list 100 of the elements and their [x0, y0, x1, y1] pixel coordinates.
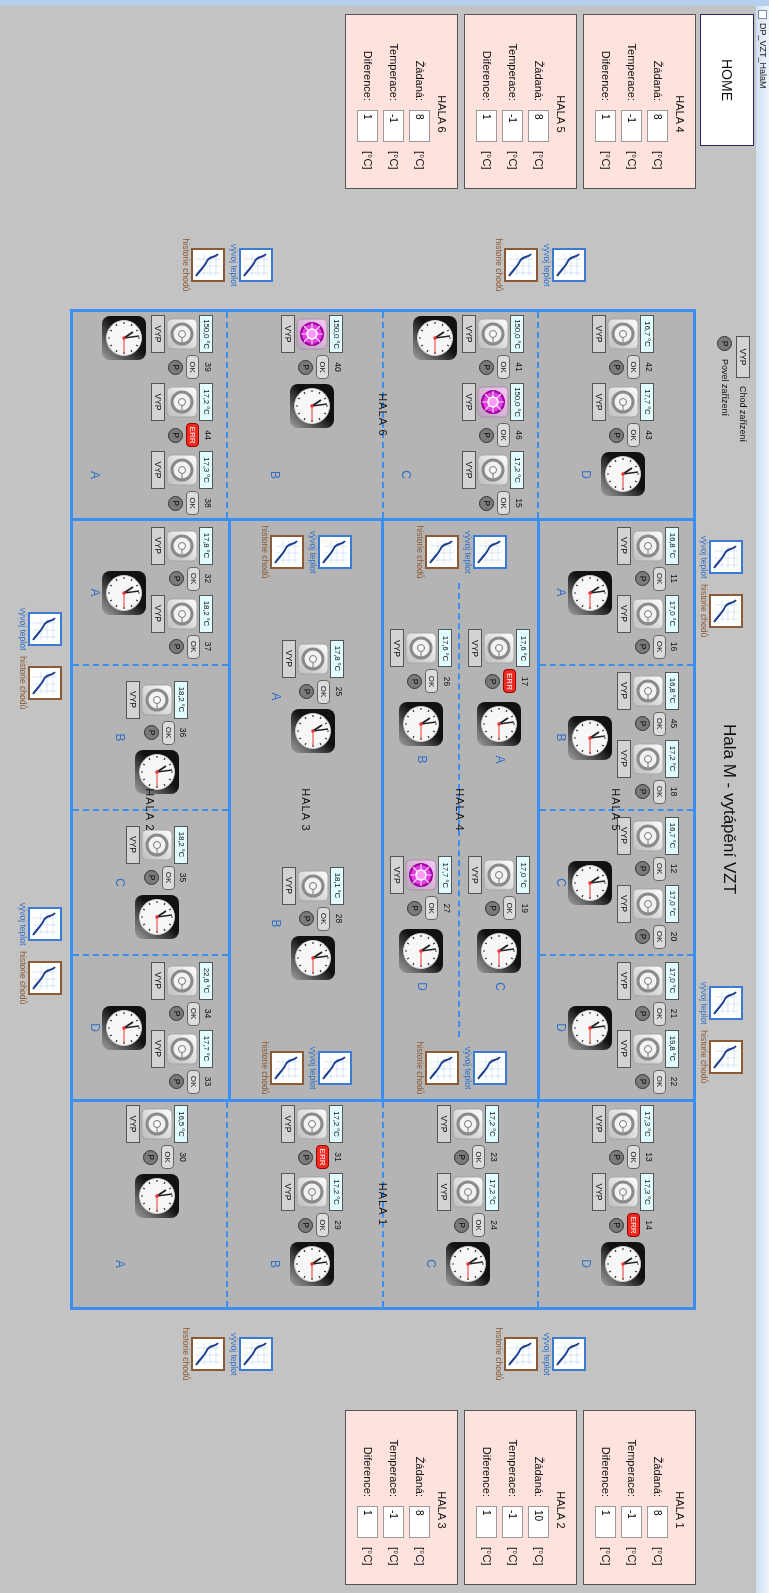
command-button[interactable]: P — [609, 359, 625, 375]
trend-link[interactable]: vývoj teplot — [698, 535, 743, 579]
command-button[interactable]: P — [634, 1074, 650, 1089]
command-button[interactable]: P — [299, 684, 315, 699]
command-button[interactable]: P — [168, 639, 184, 654]
command-button[interactable]: P — [485, 674, 500, 689]
setpoint-field[interactable]: -1 — [502, 1506, 524, 1538]
zone-label: D — [87, 1023, 102, 1032]
unit-label: [°C] — [480, 1547, 494, 1568]
clock-icon — [567, 714, 614, 761]
trend-link[interactable]: vývoj teplot — [307, 1046, 353, 1090]
command-button[interactable]: P — [168, 1006, 184, 1021]
command-button[interactable]: P — [634, 571, 650, 586]
history-link[interactable]: historie chodů — [180, 238, 225, 292]
history-link[interactable]: historie chodů — [259, 525, 305, 579]
trend-link[interactable]: vývoj teplot — [698, 981, 743, 1025]
command-button[interactable]: P — [168, 571, 184, 586]
setpoint-field[interactable]: -1 — [621, 110, 643, 142]
ok-badge: OK — [652, 634, 666, 659]
command-button[interactable]: P — [298, 1149, 314, 1165]
history-link[interactable]: historie chodů — [259, 1041, 305, 1095]
setpoint-field[interactable]: 8 — [647, 1506, 669, 1538]
zone-label: A — [553, 588, 568, 597]
home-button[interactable]: HOME — [700, 14, 754, 146]
trend-link[interactable]: vývoj teplot — [228, 1332, 273, 1376]
run-state-indicator: VYP — [736, 336, 750, 378]
zone-label: B — [267, 471, 282, 479]
trend-link[interactable]: vývoj teplot — [462, 1046, 507, 1090]
setpoint-field[interactable]: 1 — [595, 1506, 617, 1538]
setpoint-field[interactable]: -1 — [621, 1506, 643, 1538]
ok-badge: OK — [652, 1001, 666, 1026]
setpoint-field[interactable]: 1 — [476, 110, 498, 142]
command-button[interactable]: P — [478, 359, 494, 375]
setpoint-field[interactable]: 1 — [357, 110, 379, 142]
temperature-readout: 17,2 °C — [329, 1105, 344, 1143]
trend-link[interactable]: vývoj teplot — [17, 607, 62, 651]
history-link[interactable]: historie chodů — [17, 656, 62, 710]
command-button[interactable]: P — [407, 900, 423, 916]
setpoint-field[interactable]: 8 — [409, 1506, 431, 1538]
command-button[interactable]: P — [453, 1217, 469, 1233]
setpoint-field[interactable]: 1 — [476, 1506, 498, 1538]
command-button[interactable]: P — [634, 1006, 650, 1021]
command-button[interactable]: P — [478, 495, 494, 511]
command-button[interactable]: P — [407, 674, 423, 689]
field-label: Temperace: — [625, 42, 639, 101]
setpoint-field[interactable]: 10 — [528, 1506, 550, 1538]
command-button[interactable]: P — [634, 861, 650, 876]
unit-number: 43 — [643, 430, 654, 440]
command-button[interactable]: P — [299, 911, 315, 926]
trend-link[interactable]: vývoj teplot — [541, 1332, 586, 1376]
history-link[interactable]: historie chodů — [493, 238, 538, 292]
history-link[interactable]: historie chodů — [698, 584, 743, 638]
command-button[interactable]: P — [167, 427, 183, 443]
setpoint-field[interactable]: -1 — [383, 1506, 405, 1538]
clock-icon — [289, 707, 336, 754]
history-link[interactable]: historie chodů — [698, 1030, 743, 1084]
trend-link[interactable]: vývoj teplot — [462, 530, 507, 574]
trend-link[interactable]: vývoj teplot — [17, 902, 62, 946]
command-button[interactable]: P — [143, 725, 159, 740]
history-link[interactable]: historie chodů — [414, 1041, 459, 1095]
command-button[interactable]: P — [142, 1149, 158, 1165]
command-button[interactable]: P — [634, 784, 650, 799]
command-button[interactable]: P — [634, 929, 650, 944]
command-button[interactable]: P — [609, 1149, 625, 1165]
trend-link[interactable]: vývoj teplot — [541, 243, 586, 287]
command-button[interactable]: P — [143, 870, 159, 885]
setpoint-field[interactable]: 8 — [409, 110, 431, 142]
trend-link[interactable]: vývoj teplot — [307, 530, 353, 574]
setpoint-field[interactable]: 1 — [595, 110, 617, 142]
temperature-readout: 17,2 °C — [509, 451, 524, 489]
command-button[interactable]: P — [634, 639, 650, 654]
command-button[interactable]: P — [485, 900, 500, 916]
command-button[interactable]: P — [609, 1217, 625, 1233]
setpoint-field[interactable]: 8 — [647, 110, 669, 142]
setpoint-field[interactable]: -1 — [502, 110, 524, 142]
run-state-indicator: VYP — [436, 1173, 451, 1211]
history-link[interactable]: historie chodů — [493, 1327, 538, 1381]
command-button[interactable]: P — [298, 359, 314, 375]
command-button[interactable]: P — [609, 427, 625, 443]
setpoint-field[interactable]: 8 — [528, 110, 550, 142]
command-button[interactable]: P — [167, 359, 183, 375]
command-button[interactable]: P — [167, 495, 183, 511]
zone-label: D — [553, 1023, 568, 1032]
command-button[interactable]: P — [453, 1149, 469, 1165]
command-button[interactable]: P — [634, 716, 650, 731]
clock-icon — [411, 315, 458, 361]
command-button[interactable]: P — [168, 1074, 184, 1089]
history-link[interactable]: historie chodů — [180, 1327, 225, 1381]
setpoint-field[interactable]: 1 — [357, 1506, 379, 1538]
setpoint-field[interactable]: -1 — [383, 110, 405, 142]
history-link[interactable]: historie chodů — [17, 951, 62, 1005]
unit-number: 46 — [512, 430, 523, 440]
ok-badge: OK — [185, 491, 199, 515]
zone-label: A — [491, 755, 506, 764]
history-link[interactable]: historie chodů — [414, 525, 459, 579]
run-state-indicator: VYP — [126, 680, 141, 719]
trend-link[interactable]: vývoj teplot — [228, 243, 273, 287]
command-button[interactable]: P — [478, 427, 494, 443]
command-button[interactable]: P — [298, 1217, 314, 1233]
clock-icon — [444, 1241, 491, 1287]
